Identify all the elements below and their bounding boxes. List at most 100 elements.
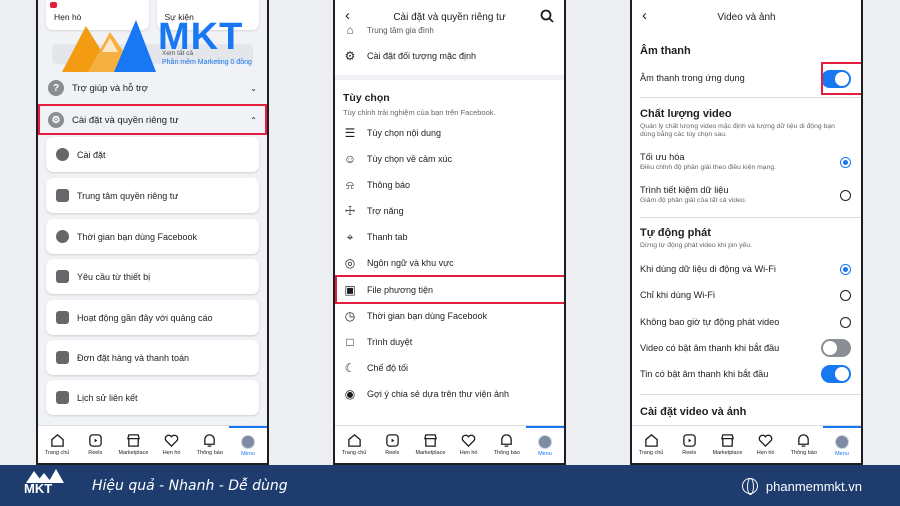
autoplay-never-option[interactable]: Không bao giờ tự động phát video [640,317,851,327]
nav-dating[interactable]: Hẹn hò [153,426,191,463]
nav-marketplace[interactable]: Marketplace [114,426,152,463]
nav-reels[interactable]: Reels [373,426,411,463]
globe-icon [741,478,758,495]
data-saver-radio[interactable] [840,190,851,201]
autoplay-wifi-only-option[interactable]: Chỉ khi dùng Wi-Fi [640,290,851,300]
help-support-section[interactable]: ? Trợ giúp và hỗ trợ ⌄ [38,72,267,104]
language-region-item[interactable]: ◎ Ngôn ngữ và khu vực [335,250,564,276]
camera-icon: ◉ [344,387,356,401]
video-photo-settings-heading: Cài đặt video và ảnh [640,406,747,418]
autoplay-mobile-wifi-option[interactable]: Khi dùng dữ liệu di động và Wi-Fi [640,264,851,274]
divider [640,394,861,395]
section-divider [335,75,564,80]
search-icon[interactable] [540,9,554,23]
footer-banner: MKT Hiệu quả - Nhanh - Dễ dùng phanmemmk… [0,465,900,506]
footer-website[interactable]: phanmemmkt.vn [741,478,862,495]
nav-notifications[interactable]: Thông báo [191,426,229,463]
bottom-nav: Trang chủ Reels Marketplace Hẹn hò Thông… [38,425,267,463]
store-icon [423,434,437,447]
autoplay-description: Dừng tự động phát video khi pin yếu. [640,242,752,249]
nav-dating[interactable]: Hẹn hò [450,426,488,463]
mkt-logo: MKT Xem tất cả Phần mềm Marketing 0 đồng [58,14,267,76]
footer-logo-text: MKT [24,480,53,496]
heart-outline-icon [461,434,476,448]
nav-home[interactable]: Trang chủ [335,426,373,463]
story-sound-start-label: Tin có bật âm thanh khi bắt đầu [640,369,769,379]
preferences-heading: Tùy chọn [343,92,390,104]
tab-bar-item[interactable]: ⌖ Thanh tab [335,224,564,250]
bottom-nav: Trang chủ Reels Marketplace Hẹn hò Thông… [632,425,861,463]
emotion-preferences-item[interactable]: ☺ Tùy chọn về cảm xúc [335,146,564,172]
accessibility-item[interactable]: ☩ Trợ năng [335,198,564,224]
page-title: Cài đặt và quyền riêng tư [393,11,506,23]
time-on-facebook-item[interactable]: ◷ Thời gian bạn dùng Facebook [335,303,564,329]
reels-icon [385,434,399,447]
autoplay-never-radio[interactable] [840,317,851,328]
back-arrow-icon[interactable]: ‹ [642,7,647,24]
clock-icon [56,230,69,243]
page-title: Video và ảnh [717,11,776,23]
bell-icon [501,434,513,447]
optimize-option[interactable]: Tối ưu hóa Điều chỉnh độ phân giải theo đ… [640,152,851,171]
nav-menu[interactable]: Menu [525,426,564,463]
see-all-label: Xem tất cả [162,50,194,57]
dark-mode-item[interactable]: ☾ Chế độ tối [335,355,564,381]
photo-suggestions-item[interactable]: ◉ Gợi ý chia sẻ dựa trên thư viện ảnh [335,381,564,407]
video-header: ‹ Video và ảnh [632,0,861,34]
autoplay-mobile-wifi-radio[interactable] [840,264,851,275]
phone-settings-screen: ‹ Cài đặt và quyền riêng tư ⌂ Trung tâm g… [333,0,566,465]
nav-reels[interactable]: Reels [76,426,114,463]
link-icon [56,391,69,404]
family-center-item[interactable]: ⌂ Trung tâm gia đình [335,24,564,36]
content-preferences-item[interactable]: ☰ Tùy chọn nội dung [335,120,564,146]
browser-icon: □ [346,335,354,349]
nav-notifications[interactable]: Thông báo [488,426,526,463]
phone-video-photo-screen: ‹ Video và ảnh Âm thanh Âm thanh trong ứ… [630,0,863,465]
highlight-box [821,62,861,95]
accessibility-icon: ☩ [344,204,356,218]
story-sound-start-toggle[interactable] [821,365,851,383]
menu-item-time-on-facebook[interactable]: Thời gian bạn dùng Facebook [46,219,259,254]
browser-item[interactable]: □ Trình duyệt [335,329,564,355]
home-icon [50,434,64,447]
avatar [834,434,849,449]
heart-outline-icon [758,434,773,448]
menu-item-privacy-center[interactable]: Trung tâm quyền riêng tư [46,178,259,213]
menu-item-settings[interactable]: Cài đặt [46,137,259,172]
phone-menu-screen: Hẹn hò Sự kiện MKT Xem tất cả Phần mềm M… [36,0,269,465]
back-arrow-icon[interactable]: ‹ [345,7,350,24]
video-sound-start-label: Video có bật âm thanh khi bắt đầu [640,343,780,353]
autoplay-wifi-only-radio[interactable] [840,290,851,301]
nav-dating[interactable]: Hẹn hò [747,426,785,463]
pin-icon: ⌖ [346,229,354,244]
sliders-icon: ☰ [344,126,356,140]
home-icon [347,434,361,447]
data-saver-option[interactable]: Trình tiết kiệm dữ liệu Giảm độ phân giải… [640,185,851,204]
video-sound-start-toggle[interactable] [821,339,851,357]
nav-menu[interactable]: Menu [822,426,861,463]
menu-item-ad-activity[interactable]: Hoạt động gần đây với quảng cáo [46,300,259,335]
nav-marketplace[interactable]: Marketplace [708,426,746,463]
video-quality-description: Quản lý chất lượng video mặc định và lượ… [640,123,835,139]
nav-menu[interactable]: Menu [228,426,267,463]
heart-outline-icon [164,434,179,448]
moon-icon: ☾ [344,361,356,375]
nav-notifications[interactable]: Thông báo [785,426,823,463]
nav-home[interactable]: Trang chủ [632,426,670,463]
highlight-box [38,104,267,135]
question-icon: ? [48,80,64,96]
nav-home[interactable]: Trang chủ [38,426,76,463]
sound-heading: Âm thanh [640,45,691,57]
optimize-radio[interactable] [840,157,851,168]
menu-item-device-requests[interactable]: Yêu cầu từ thiết bị [46,259,259,294]
default-audience-item[interactable]: ⚙ Cài đặt đối tượng mặc định [335,43,564,69]
notifications-item[interactable]: ⍾ Thông báo [335,172,564,198]
nav-marketplace[interactable]: Marketplace [411,426,449,463]
menu-item-link-history[interactable]: Lịch sử liên kết [46,380,259,415]
nav-reels[interactable]: Reels [670,426,708,463]
bell-icon [798,434,810,447]
bell-icon: ⍾ [346,177,354,192]
menu-item-orders-payments[interactable]: Đơn đặt hàng và thanh toán [46,340,259,375]
tag-icon [56,351,69,364]
lock-user-icon [56,189,69,202]
